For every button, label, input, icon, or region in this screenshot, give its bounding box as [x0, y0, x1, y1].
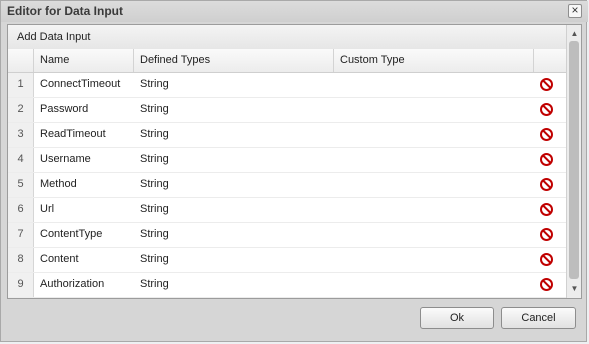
table-row[interactable]: 6 Url String [8, 198, 566, 223]
vertical-scrollbar[interactable]: ▲ ▼ [566, 25, 581, 298]
row-name[interactable]: Url [34, 198, 134, 222]
table-row[interactable]: 2 Password String [8, 98, 566, 123]
table-header: Name Defined Types Custom Type [8, 49, 566, 73]
table-row[interactable]: 9 Authorization String [8, 273, 566, 298]
row-defined-type[interactable]: String [134, 198, 334, 222]
dialog-title: Editor for Data Input [7, 4, 123, 18]
row-index: 3 [8, 123, 34, 147]
table-row[interactable]: 5 Method String [8, 173, 566, 198]
delete-row-icon[interactable] [540, 103, 553, 116]
table-row[interactable]: 1 ConnectTimeout String [8, 73, 566, 98]
table-row[interactable]: 8 Content String [8, 248, 566, 273]
delete-row-icon[interactable] [540, 78, 553, 91]
row-index: 9 [8, 273, 34, 297]
column-header-name[interactable]: Name [34, 49, 134, 72]
delete-row-icon[interactable] [540, 178, 553, 191]
row-defined-type[interactable]: String [134, 173, 334, 197]
close-icon: × [571, 3, 579, 17]
delete-row-icon[interactable] [540, 203, 553, 216]
row-name[interactable]: Password [34, 98, 134, 122]
row-index: 6 [8, 198, 34, 222]
row-name[interactable]: ReadTimeout [34, 123, 134, 147]
cancel-button[interactable]: Cancel [501, 307, 576, 329]
ok-button[interactable]: Ok [420, 307, 494, 329]
close-button[interactable]: × [568, 4, 582, 18]
row-defined-type[interactable]: String [134, 98, 334, 122]
row-defined-type[interactable]: String [134, 248, 334, 272]
row-index: 4 [8, 148, 34, 172]
row-index: 2 [8, 98, 34, 122]
data-input-table: Name Defined Types Custom Type 1 Connect… [8, 49, 566, 298]
row-defined-type[interactable]: String [134, 223, 334, 247]
row-defined-type[interactable]: String [134, 123, 334, 147]
row-name[interactable]: ContentType [34, 223, 134, 247]
row-index: 8 [8, 248, 34, 272]
delete-row-icon[interactable] [540, 278, 553, 291]
scroll-up-icon[interactable]: ▲ [570, 29, 579, 39]
add-data-input-button[interactable]: Add Data Input [17, 31, 90, 43]
dialog-titlebar[interactable]: Editor for Data Input × [1, 1, 588, 22]
row-name[interactable]: Authorization [34, 273, 134, 297]
column-header-custom-type[interactable]: Custom Type [334, 49, 534, 72]
row-name[interactable]: Username [34, 148, 134, 172]
delete-row-icon[interactable] [540, 153, 553, 166]
table-row[interactable]: 7 ContentType String [8, 223, 566, 248]
row-name[interactable]: Content [34, 248, 134, 272]
editor-dialog: Editor for Data Input × Add Data Input N… [0, 0, 588, 342]
column-header-actions [534, 49, 566, 72]
row-index: 7 [8, 223, 34, 247]
column-header-index [8, 49, 34, 72]
table-row[interactable]: 4 Username String [8, 148, 566, 173]
scrollbar-thumb[interactable] [569, 41, 579, 279]
column-header-defined-types[interactable]: Defined Types [134, 49, 334, 72]
delete-row-icon[interactable] [540, 128, 553, 141]
row-index: 5 [8, 173, 34, 197]
row-name[interactable]: Method [34, 173, 134, 197]
row-name[interactable]: ConnectTimeout [34, 73, 134, 97]
table-row[interactable]: 3 ReadTimeout String [8, 123, 566, 148]
row-index: 1 [8, 73, 34, 97]
row-defined-type[interactable]: String [134, 148, 334, 172]
scroll-down-icon[interactable]: ▼ [570, 284, 579, 294]
row-defined-type[interactable]: String [134, 273, 334, 297]
panel-header: Add Data Input [8, 25, 566, 50]
delete-row-icon[interactable] [540, 228, 553, 241]
row-defined-type[interactable]: String [134, 73, 334, 97]
data-input-panel: Add Data Input Name Defined Types Custom… [7, 24, 582, 299]
delete-row-icon[interactable] [540, 253, 553, 266]
